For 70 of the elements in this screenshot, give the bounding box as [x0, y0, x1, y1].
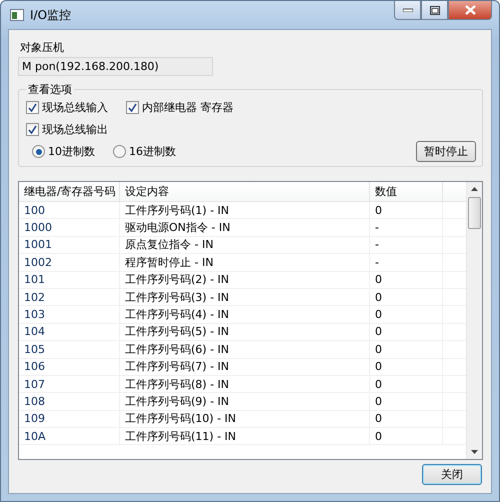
checkbox[interactable]: 现场总线输出	[26, 121, 126, 137]
table-cell: 工件序列号码(4) - IN	[119, 306, 369, 323]
check-icon	[128, 102, 137, 112]
table-cell: 工件序列号码(5) - IN	[119, 324, 369, 340]
table-cell-text: 102	[23, 290, 46, 306]
table-cell: 0	[369, 358, 442, 375]
scroll-down-icon[interactable]	[471, 450, 478, 454]
check-icon	[28, 124, 37, 134]
table-cell: 原点复位指令 - IN	[119, 236, 369, 254]
table-cell-text: 1001	[23, 237, 53, 254]
close-dialog-button[interactable]: 关闭	[422, 464, 482, 485]
table-cell: 0	[369, 288, 442, 306]
table-cell: 0	[369, 428, 442, 444]
radio-button[interactable]: 16进制数	[113, 144, 176, 160]
table-cell: 工件序列号码(1) - IN	[119, 202, 369, 218]
table-cell: 程序暂时停止 - IN	[119, 254, 369, 271]
table-cell-text: 109	[23, 411, 46, 428]
table-cell-text: 108	[23, 394, 46, 410]
table-cell: -	[369, 219, 442, 236]
table-cell-text: 100	[23, 202, 46, 218]
column-header[interactable]: 数值	[369, 182, 442, 201]
table-cell-text: 104	[23, 324, 46, 340]
table-cell: 工件序列号码(11) - IN	[119, 428, 369, 444]
scrollbar[interactable]	[466, 182, 482, 459]
table-cell: 驱动电源ON指令 - IN	[119, 219, 369, 236]
table-cell-text: 106	[23, 359, 46, 375]
target-field[interactable]: M pon(192.168.200.180)	[18, 57, 213, 76]
table-cell: 0	[369, 393, 442, 410]
checkbox[interactable]: 内部继电器 寄存器	[126, 99, 234, 115]
column-header[interactable]: 设定内容	[119, 182, 369, 201]
radio-button[interactable]: 10进制数	[32, 144, 95, 160]
table-cell: 工件序列号码(8) - IN	[119, 376, 369, 392]
table-cell-text: 1000	[23, 220, 53, 236]
table-cell-text: 10A	[23, 428, 47, 444]
table-cell: 工件序列号码(9) - IN	[119, 393, 369, 410]
table-cell: 工件序列号码(6) - IN	[119, 341, 369, 358]
table-cell-text: 105	[23, 342, 46, 358]
table-cell: 工件序列号码(3) - IN	[119, 288, 369, 306]
table-cell: 0	[369, 376, 442, 392]
maximize-button[interactable]	[421, 1, 448, 20]
close-button[interactable]	[448, 1, 492, 20]
table-cell: 工件序列号码(10) - IN	[119, 410, 369, 428]
window-title: I/O监控	[30, 6, 72, 24]
scrollbar-thumb[interactable]	[468, 197, 481, 229]
minimize-button[interactable]	[394, 1, 421, 20]
minimize-icon	[402, 8, 412, 12]
table-cell: 工件序列号码(2) - IN	[119, 272, 369, 288]
check-icon	[28, 102, 37, 112]
scroll-up-icon[interactable]	[471, 187, 478, 191]
table-cell-text: 107	[23, 376, 46, 392]
column-header[interactable]: 继电器/寄存器号码	[19, 182, 119, 201]
window-icon	[10, 9, 24, 21]
table-cell: -	[369, 236, 442, 254]
close-icon	[464, 5, 476, 15]
pause-button[interactable]: 暂时停止	[416, 141, 476, 162]
maximize-icon	[430, 6, 440, 14]
table-cell-text: 103	[23, 307, 46, 323]
options-title: 查看选项	[27, 82, 73, 97]
table-cell: 工件序列号码(7) - IN	[119, 358, 369, 375]
table-cell: 0	[369, 306, 442, 323]
table-cell-text: 1002	[23, 254, 53, 271]
target-label: 对象压机	[20, 40, 65, 54]
checkbox[interactable]: 现场总线输入	[26, 99, 126, 115]
table-cell: 0	[369, 341, 442, 358]
table-cell-text: 101	[23, 272, 46, 288]
table-cell: 0	[369, 272, 442, 288]
table-cell: 0	[369, 324, 442, 340]
table-cell: -	[369, 254, 442, 271]
table-cell: 0	[369, 202, 442, 218]
table-cell: 0	[369, 410, 442, 428]
